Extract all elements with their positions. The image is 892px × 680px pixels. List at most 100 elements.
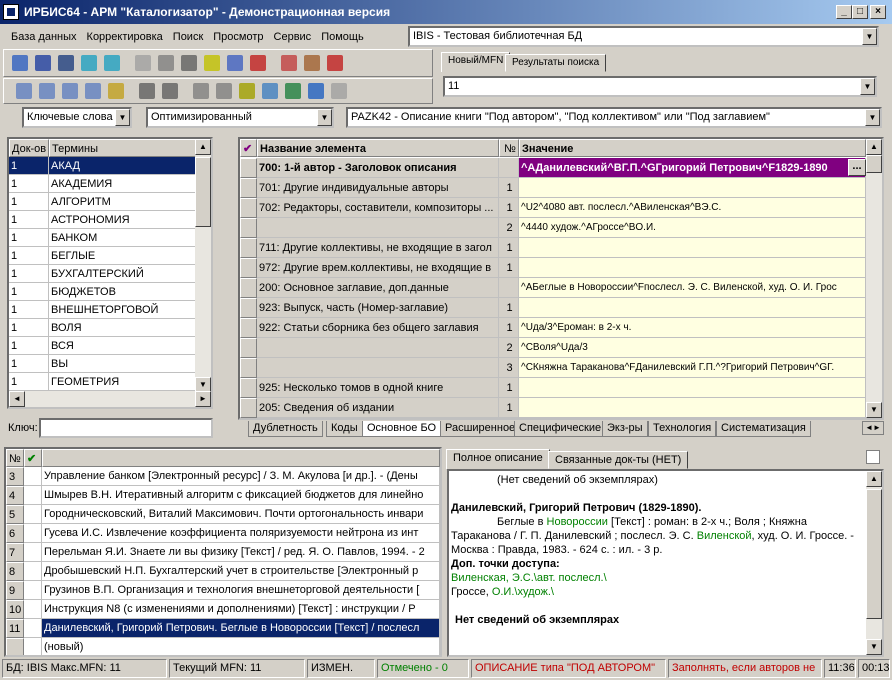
toolbar-icon[interactable]: [35, 55, 51, 71]
menu-item[interactable]: Сервис: [269, 27, 317, 47]
scroll-up-icon[interactable]: ▲: [195, 139, 211, 155]
toolbar-icon[interactable]: [227, 55, 243, 71]
toolbar-icon[interactable]: [285, 83, 301, 99]
toolbar-icon[interactable]: [308, 83, 324, 99]
record-row[interactable]: 6 Гусева И.С. Извлечение коэффициента пол…: [6, 524, 440, 543]
toolbar-icon[interactable]: [104, 55, 120, 71]
scroll-thumb[interactable]: [195, 157, 211, 227]
dictionary-row[interactable]: 1 АКАД: [9, 157, 195, 175]
tab-worksheet-7[interactable]: Систематизация: [716, 421, 811, 437]
dictionary-select[interactable]: Ключевые слова ▼: [22, 107, 132, 128]
worksheet-row[interactable]: 711: Другие коллективы, не входящие в за…: [240, 238, 866, 258]
worksheet-row[interactable]: 205: Сведения об издании 1: [240, 398, 866, 418]
record-check[interactable]: [24, 600, 42, 619]
scroll-left-icon[interactable]: ◄: [9, 391, 25, 407]
element-value[interactable]: [519, 238, 866, 258]
element-value[interactable]: ^Uда/3^Eроман: в 2-х ч.: [519, 318, 866, 338]
dictionary-scrollbar[interactable]: ▲ ▼: [195, 139, 211, 393]
menu-item[interactable]: Поиск: [168, 27, 208, 47]
record-check[interactable]: [24, 467, 42, 486]
record-check[interactable]: [24, 505, 42, 524]
record-row[interactable]: 5 Городническовский, Виталий Максимович. …: [6, 505, 440, 524]
element-value[interactable]: [519, 398, 866, 418]
print-icon[interactable]: [866, 450, 880, 464]
worksheet-row[interactable]: 2 ^CВоля^Uда/3: [240, 338, 866, 358]
element-value[interactable]: ^U2^4080 авт. послесл.^AВиленская^BЭ.С.: [519, 198, 866, 218]
tab-search-results[interactable]: Результаты поиска: [505, 54, 607, 72]
toolbar-icon[interactable]: [327, 55, 343, 71]
scroll-up-icon[interactable]: ▲: [866, 139, 882, 155]
tab-nav-icon[interactable]: ◄►: [862, 421, 884, 435]
toolbar-icon[interactable]: [216, 83, 232, 99]
key-input[interactable]: [39, 418, 213, 438]
toolbar-icon[interactable]: [81, 55, 97, 71]
worksheet-row[interactable]: 200: Основное заглавие, доп.данные ^AБегл…: [240, 278, 866, 298]
access-link-1[interactable]: Виленская, Э.С.\авт. послесл.\: [451, 571, 865, 585]
toolbar-icon[interactable]: [204, 55, 220, 71]
toolbar-icon[interactable]: [281, 55, 297, 71]
element-value[interactable]: ^AДанилевский^BГ.П.^GГригорий Петрович^F…: [519, 158, 866, 178]
record-row[interactable]: 4 Шмырев В.Н. Итеративный алгоритм с фикс…: [6, 486, 440, 505]
worksheet-row[interactable]: 922: Статьи сборника без общего заглавия…: [240, 318, 866, 338]
link-vilenskaya[interactable]: Виленской: [697, 530, 752, 542]
worksheet-row[interactable]: 923: Выпуск, часть (Номер-заглавие) 1: [240, 298, 866, 318]
dictionary-hscrollbar[interactable]: ◄ ►: [9, 391, 211, 407]
toolbar-icon[interactable]: [158, 55, 174, 71]
element-value[interactable]: [519, 178, 866, 198]
tab-worksheet-1[interactable]: Коды: [326, 421, 363, 437]
link-novorossii[interactable]: Новороссии: [547, 516, 608, 528]
record-row[interactable]: 10 Инструкция N8 (с изменениями и дополне…: [6, 600, 440, 619]
worksheet-row[interactable]: 2 ^4440 худож.^AГроссе^BО.И.: [240, 218, 866, 238]
toolbar-icon[interactable]: [108, 83, 124, 99]
tab-worksheet-2[interactable]: Основное БО: [362, 421, 442, 437]
tab-worksheet-4[interactable]: Специфические: [514, 421, 607, 437]
worksheet-row[interactable]: 3 ^CКняжна Тараканова^FДанилевский Г.П.^?…: [240, 358, 866, 378]
worksheet-row[interactable]: 700: 1-й автор - Заголовок описания ^AДан…: [240, 158, 866, 178]
scroll-right-icon[interactable]: ►: [195, 391, 211, 407]
toolbar-icon[interactable]: [62, 83, 78, 99]
worksheet-row[interactable]: 972: Другие врем.коллективы, не входящие…: [240, 258, 866, 278]
dictionary-row[interactable]: 1 ВЫ: [9, 355, 195, 373]
menu-item[interactable]: Корректировка: [82, 27, 168, 47]
toolbar-icon[interactable]: [135, 55, 151, 71]
record-check[interactable]: [24, 486, 42, 505]
scroll-down-icon[interactable]: ▼: [866, 639, 882, 655]
tab-new-mfn[interactable]: Новый/MFN: [441, 52, 511, 72]
toolbar-icon[interactable]: [331, 83, 347, 99]
scroll-down-icon[interactable]: ▼: [866, 402, 882, 418]
dictionary-row[interactable]: 1 АЛГОРИТМ: [9, 193, 195, 211]
worksheet-row[interactable]: 925: Несколько томов в одной книге 1: [240, 378, 866, 398]
database-select[interactable]: IBIS - Тестовая библиотечная БД ▼: [408, 26, 879, 47]
element-value[interactable]: [519, 378, 866, 398]
toolbar-icon[interactable]: [250, 55, 266, 71]
menu-item[interactable]: Помощь: [316, 27, 369, 47]
worksheet-row[interactable]: 701: Другие индивидуальные авторы 1: [240, 178, 866, 198]
maximize-button[interactable]: □: [852, 5, 868, 19]
dictionary-row[interactable]: 1 ВОЛЯ: [9, 319, 195, 337]
tab-worksheet-0[interactable]: Дублетность: [248, 421, 323, 437]
dictionary-row[interactable]: 1 ВСЯ: [9, 337, 195, 355]
chevron-down-icon[interactable]: ▼: [860, 78, 875, 95]
record-check[interactable]: [24, 619, 42, 638]
record-check[interactable]: [24, 638, 42, 655]
element-value[interactable]: ^CКняжна Тараканова^FДанилевский Г.П.^?Г…: [519, 358, 866, 378]
toolbar-icon[interactable]: [239, 83, 255, 99]
toolbar-icon[interactable]: [85, 83, 101, 99]
menu-item[interactable]: Просмотр: [208, 27, 268, 47]
element-value[interactable]: ^CВоля^Uда/3: [519, 338, 866, 358]
more-button[interactable]: ...: [848, 159, 866, 176]
chevron-down-icon[interactable]: ▼: [317, 109, 332, 126]
element-value[interactable]: ^4440 худож.^AГроссе^BО.И.: [519, 218, 866, 238]
toolbar-icon[interactable]: [162, 83, 178, 99]
minimize-button[interactable]: _: [836, 5, 852, 19]
toolbar-icon[interactable]: [139, 83, 155, 99]
worksheet-scrollbar[interactable]: ▲ ▼: [866, 139, 882, 418]
tab-worksheet-6[interactable]: Технология: [648, 421, 717, 437]
element-value[interactable]: ^AБеглые в Новороссии^Fпослесл. Э. С. Ви…: [519, 278, 866, 298]
record-check[interactable]: [24, 562, 42, 581]
tab-worksheet-5[interactable]: Экз-ры: [602, 421, 648, 437]
dictionary-row[interactable]: 1 АСТРОНОМИЯ: [9, 211, 195, 229]
toolbar-icon[interactable]: [193, 83, 209, 99]
toolbar-icon[interactable]: [181, 55, 197, 71]
element-value[interactable]: [519, 258, 866, 278]
